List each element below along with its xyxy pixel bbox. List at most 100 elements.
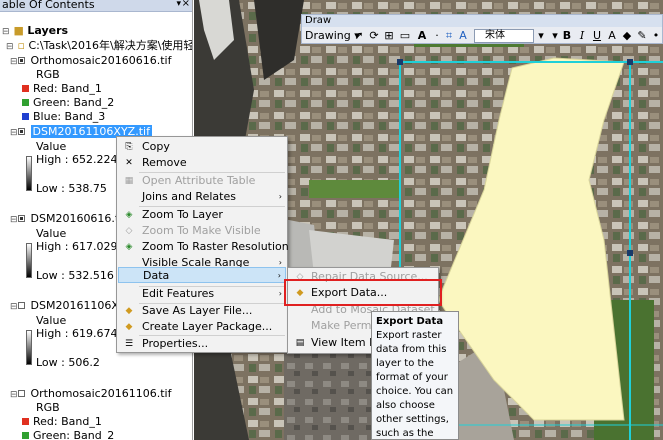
zoom-whole-page-icon[interactable]: ⊞: [382, 29, 396, 43]
menu-item-label: Edit Features: [142, 287, 215, 300]
layer-mode: RGB: [36, 401, 60, 414]
data-path-label: C:\Task\2016年\解决方案\使用轻小¦: [28, 39, 193, 52]
draw-toolbar: Draw Drawing ▾ ➚ ⟳ ⊞ ▭ A · ⌗ A 宋体 ▾ ▾ B …: [301, 14, 663, 44]
draw-toolbar-title: Draw: [302, 15, 662, 27]
layer-name: Orthomosaic20161106.tif: [30, 387, 172, 400]
menu-item-label: Zoom To Make Visible: [142, 224, 261, 237]
blue-swatch-icon: [22, 113, 29, 120]
line-color-icon[interactable]: ✎: [635, 29, 649, 43]
package-icon: ◆: [125, 322, 133, 332]
green-swatch-icon: [22, 432, 29, 439]
select-elements-icon[interactable]: ➚: [352, 29, 366, 43]
menu-item-edit-features[interactable]: Edit Features ›: [118, 286, 286, 302]
draw-toolbar-tools: Drawing ▾ ➚ ⟳ ⊞ ▭ A · ⌗ A 宋体 ▾ ▾ B I U A…: [302, 28, 662, 44]
legend-green: Green: Band_2: [22, 95, 114, 110]
layer-visibility-checkbox[interactable]: [18, 57, 25, 64]
legend-red-label: Red: Band_1: [33, 82, 102, 95]
italic-button[interactable]: I: [575, 29, 589, 43]
underline-button[interactable]: U: [590, 29, 604, 43]
marker-color-icon[interactable]: •: [649, 29, 663, 43]
legend-low: Low : 538.75: [36, 182, 107, 195]
layer-visibility-checkbox[interactable]: [18, 128, 25, 135]
legend-high: High : 619.674: [36, 327, 118, 340]
menu-item-label: Joins and Relates: [142, 190, 236, 203]
menu-item-remove[interactable]: ✕ Remove: [118, 155, 286, 171]
menu-item-zoom-to-layer[interactable]: ◈ Zoom To Layer: [118, 207, 286, 223]
layers-root[interactable]: ⊟ ■ Layers: [2, 23, 68, 38]
data-path[interactable]: ⊟ ▫ C:\Task\2016年\解决方案\使用轻小¦: [6, 38, 193, 53]
red-swatch-icon: [22, 85, 29, 92]
menu-item-joins-relates[interactable]: Joins and Relates ›: [118, 189, 286, 205]
layer-visibility-checkbox[interactable]: [18, 215, 25, 222]
menu-item-label: Save As Layer File...: [142, 304, 253, 317]
zoom-resolution-icon: ◈: [125, 242, 133, 252]
layer-orthomosaic-20160616[interactable]: ⊟ Orthomosaic20160616.tif: [10, 53, 171, 68]
menu-item-label: Create Layer Package...: [142, 320, 273, 333]
menu-item-open-attribute-table: ▦ Open Attribute Table: [118, 173, 286, 189]
font-dropdown-arrow-icon[interactable]: ▾: [534, 29, 548, 43]
toc-title: able Of Contents: [2, 0, 95, 11]
zoom-layer-icon: ◈: [125, 210, 133, 220]
menu-item-label: Data: [143, 269, 170, 282]
layer-orthomosaic-20161106[interactable]: ⊟ Orthomosaic20161106.tif: [10, 386, 171, 401]
copy-icon: ⎘: [125, 142, 133, 152]
properties-icon: ☰: [124, 339, 134, 349]
menu-item-data[interactable]: Data ›: [118, 267, 286, 283]
export-data-highlight: [284, 279, 442, 306]
menu-item-create-layer-package[interactable]: ◆ Create Layer Package...: [118, 319, 286, 335]
layer-visibility-checkbox[interactable]: [18, 302, 25, 309]
menu-item-zoom-make-visible: ◇ Zoom To Make Visible: [118, 223, 286, 239]
submenu-arrow-icon: ›: [278, 289, 282, 298]
green-swatch-icon: [22, 99, 29, 106]
text-icon[interactable]: A: [415, 29, 429, 43]
legend-red: Red: Band_1: [22, 414, 102, 429]
menu-item-save-as-layer-file[interactable]: ◆ Save As Layer File...: [118, 303, 286, 319]
edit-vertices-icon[interactable]: ⌗: [442, 29, 456, 43]
collapse-icon[interactable]: ⊟: [10, 300, 18, 315]
layer-name: DSM20160616.tif: [30, 212, 127, 225]
save-layer-icon: ◆: [125, 306, 133, 316]
pin-icon[interactable]: ▾: [176, 0, 181, 11]
zoom-visible-icon: ◇: [125, 226, 133, 236]
close-icon[interactable]: ×: [182, 0, 190, 10]
layers-folder-icon: ■: [13, 24, 24, 37]
menu-item-copy[interactable]: ⎘ Copy: [118, 139, 286, 155]
drawing-menu-label: Drawing: [305, 29, 351, 42]
menu-item-label: Properties...: [142, 337, 209, 350]
layer-mode: RGB: [36, 68, 60, 81]
legend-low: Low : 532.516: [36, 269, 114, 282]
layer-dsm-20160616[interactable]: ⊟ DSM20160616.tif: [10, 211, 126, 226]
collapse-icon[interactable]: ⊟: [10, 126, 18, 141]
menu-item-label: Remove: [142, 156, 187, 169]
collapse-icon[interactable]: ⊟: [10, 388, 18, 403]
layer-dsm-20161106xy[interactable]: ⊟ DSM20161106XY.t: [10, 298, 131, 313]
menu-item-zoom-raster-resolution[interactable]: ◈ Zoom To Raster Resolution: [118, 239, 289, 255]
collapse-icon[interactable]: ⊟: [10, 55, 18, 70]
legend-high: High : 617.029: [36, 240, 118, 253]
color-ramp: [26, 243, 32, 278]
submenu-arrow-icon: ›: [278, 192, 282, 201]
tooltip-body: Export raster data from this layer to th…: [376, 330, 454, 439]
font-dropdown[interactable]: 宋体: [474, 29, 534, 43]
tooltip-title: Export Data: [376, 316, 444, 327]
font-color-icon[interactable]: A: [605, 29, 619, 43]
description-icon: ▤: [295, 338, 305, 348]
toc-title-bar: able Of Contents ▾ ×: [0, 0, 192, 12]
legend-blue-label: Blue: Band_3: [33, 110, 106, 123]
layer-visibility-checkbox[interactable]: [18, 390, 25, 397]
rotate-icon[interactable]: ⟳: [367, 29, 381, 43]
collapse-icon[interactable]: ⊟: [10, 213, 18, 228]
legend-green-label: Green: Band_2: [33, 96, 115, 109]
fill-color-icon[interactable]: ◆: [620, 29, 634, 43]
rectangle-icon[interactable]: ▭: [398, 29, 412, 43]
layers-root-label: Layers: [27, 24, 69, 37]
menu-item-label: Zoom To Raster Resolution: [142, 240, 289, 253]
legend-green: Green: Band_2: [22, 428, 114, 440]
menu-item-label: Copy: [142, 140, 170, 153]
font-label-icon[interactable]: A: [456, 29, 470, 43]
layer-name: Orthomosaic20160616.tif: [30, 54, 172, 67]
table-icon: ▦: [124, 176, 134, 186]
font-name: 宋体: [485, 30, 505, 41]
bold-button[interactable]: B: [560, 29, 574, 43]
menu-item-properties[interactable]: ☰ Properties...: [118, 336, 286, 352]
